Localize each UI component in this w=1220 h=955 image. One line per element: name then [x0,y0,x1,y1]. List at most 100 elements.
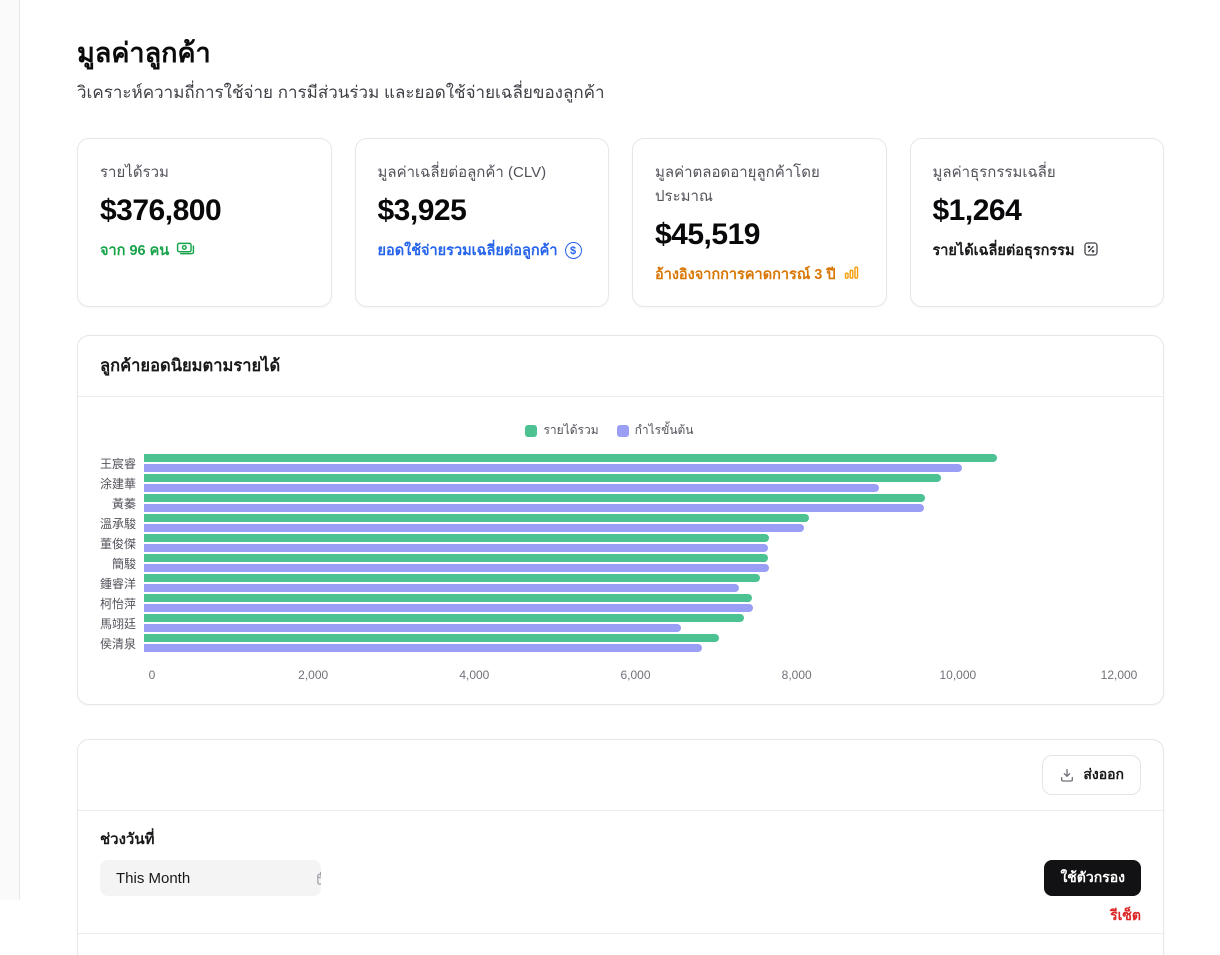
bar-group [144,514,1119,532]
chart-row: 溫承駿 [100,513,1119,533]
export-row: ส่งออก [78,740,1163,811]
x-tick-label: 4,000 [459,668,489,682]
stat-card-lifetime-value: มูลค่าตลอดอายุลูกค้าโดยประมาณ $45,519 อ้… [632,138,887,307]
revenue-bar[interactable] [144,594,752,602]
gross-profit-bar[interactable] [144,524,804,532]
legend-swatch-revenue [525,425,537,437]
gross-profit-bar[interactable] [144,604,753,612]
bar-group [144,454,1119,472]
chart-row: 柯怡萍 [100,593,1119,613]
chart-row: 董俊傑 [100,533,1119,553]
banknotes-icon [176,239,195,262]
top-customers-chart-card: ลูกค้ายอดนิยมตามรายได้ รายได้รวม กำไรขั้… [77,335,1164,705]
export-button[interactable]: ส่งออก [1042,755,1141,795]
legend-swatch-gross-profit [617,425,629,437]
revenue-bar[interactable] [144,474,941,482]
bar-group [144,534,1119,552]
legend-item-revenue[interactable]: รายได้รวม [525,421,598,440]
stat-value: $45,519 [655,218,864,252]
main-content: มูลค่าลูกค้า วิเคราะห์ความถี่การใช้จ่าย … [77,0,1164,955]
revenue-bar[interactable] [144,634,719,642]
revenue-bar[interactable] [144,454,997,462]
stat-card-total-revenue: รายได้รวม $376,800 จาก 96 คน [77,138,332,307]
revenue-bar[interactable] [144,514,809,522]
chart-legend: รายได้รวม กำไรขั้นต้น [100,421,1119,440]
download-icon [1059,767,1075,783]
chart-rows: 王宸睿涂建華黃蓁溫承駿董俊傑簡駿鍾睿洋柯怡萍馬翊廷侯清泉 [100,453,1119,653]
x-tick-label: 10,000 [939,668,976,682]
x-tick-label: 8,000 [782,668,812,682]
bar-group [144,634,1119,652]
bar-group [144,474,1119,492]
chart-card-header: ลูกค้ายอดนิยมตามรายได้ [78,336,1163,397]
chart-row: 王宸睿 [100,453,1119,473]
category-label: 鍾睿洋 [100,575,144,592]
x-tick-label: 2,000 [298,668,328,682]
legend-item-gross-profit[interactable]: กำไรขั้นต้น [617,421,694,440]
date-range-input[interactable] [100,860,315,896]
chart-row: 侯清泉 [100,633,1119,653]
legend-label: กำไรขั้นต้น [635,421,694,440]
bar-group [144,574,1119,592]
filter-actions: ใช้ตัวกรอง รีเซ็ต [1044,860,1141,927]
date-range-label: ช่วงวันที่ [100,827,1141,851]
filter-row: ใช้ตัวกรอง รีเซ็ต [100,860,1141,927]
date-range-picker[interactable] [100,860,321,896]
category-label: 侯清泉 [100,635,144,652]
stat-label: มูลค่าเฉลี่ยต่อลูกค้า (CLV) [378,160,587,184]
category-label: 簡駿 [100,555,144,572]
category-label: 柯怡萍 [100,595,144,612]
chart-row: 黃蓁 [100,493,1119,513]
bar-group [144,554,1119,572]
chart-row: 鍾睿洋 [100,573,1119,593]
revenue-bar[interactable] [144,554,768,562]
revenue-bar[interactable] [144,614,744,622]
gross-profit-bar[interactable] [144,504,924,512]
gross-profit-bar[interactable] [144,624,681,632]
stat-footnote: รายได้เฉลี่ยต่อธุรกรรม [933,239,1075,262]
x-tick-label: 0 [149,668,156,682]
gross-profit-bar[interactable] [144,484,879,492]
chart-title: ลูกค้ายอดนิยมตามรายได้ [100,353,1141,379]
chart-row: 簡駿 [100,553,1119,573]
stat-label: มูลค่าธุรกรรมเฉลี่ย [933,160,1142,184]
stat-footnote: ยอดใช้จ่ายรวมเฉลี่ยต่อลูกค้า [378,239,558,262]
calendar-icon[interactable] [315,860,321,896]
gross-profit-bar[interactable] [144,564,769,572]
gross-profit-bar[interactable] [144,464,962,472]
gross-profit-bar[interactable] [144,584,739,592]
bar-group [144,494,1119,512]
export-label: ส่งออก [1083,764,1124,786]
filter-card: ส่งออก ช่วงวันที่ ใช้ตัวกรอง [77,739,1164,955]
stats-row: รายได้รวม $376,800 จาก 96 คน มูลค่าเฉลี่… [77,138,1164,307]
stat-value: $1,264 [933,194,1142,228]
gross-profit-bar[interactable] [144,544,768,552]
revenue-bar[interactable] [144,574,760,582]
reset-link[interactable]: รีเซ็ต [1110,905,1141,927]
left-rail [0,0,20,900]
revenue-bar[interactable] [144,494,925,502]
legend-label: รายได้รวม [543,421,598,440]
page-title: มูลค่าลูกค้า [77,36,1164,70]
revenue-bar[interactable] [144,534,769,542]
x-tick-label: 12,000 [1101,668,1138,682]
x-axis: 02,0004,0006,0008,00010,00012,000 [152,668,1119,684]
receipt-percent-icon [1082,240,1100,262]
stat-footnote: อ้างอิงจากการคาดการณ์ 3 ปี [655,263,836,286]
stat-value: $3,925 [378,194,587,228]
page-subtitle: วิเคราะห์ความถี่การใช้จ่าย การมีส่วนร่วม… [77,79,1164,106]
gross-profit-bar[interactable] [144,644,702,652]
x-tick-label: 6,000 [620,668,650,682]
bar-group [144,594,1119,612]
filter-body: ช่วงวันที่ ใช้ตัวกรอง รีเซ็ต [78,811,1163,934]
bar-chart-icon [843,264,860,285]
stat-footnote: จาก 96 คน [100,239,169,262]
category-label: 馬翊廷 [100,615,144,632]
category-label: 涂建華 [100,475,144,492]
stat-label: รายได้รวม [100,160,309,184]
stat-card-clv: มูลค่าเฉลี่ยต่อลูกค้า (CLV) $3,925 ยอดใช… [355,138,610,307]
apply-filter-button[interactable]: ใช้ตัวกรอง [1044,860,1141,896]
stat-card-avg-transaction: มูลค่าธุรกรรมเฉลี่ย $1,264 รายได้เฉลี่ยต… [910,138,1165,307]
chart-row: 馬翊廷 [100,613,1119,633]
dollar-circle-icon: $ [565,242,582,259]
